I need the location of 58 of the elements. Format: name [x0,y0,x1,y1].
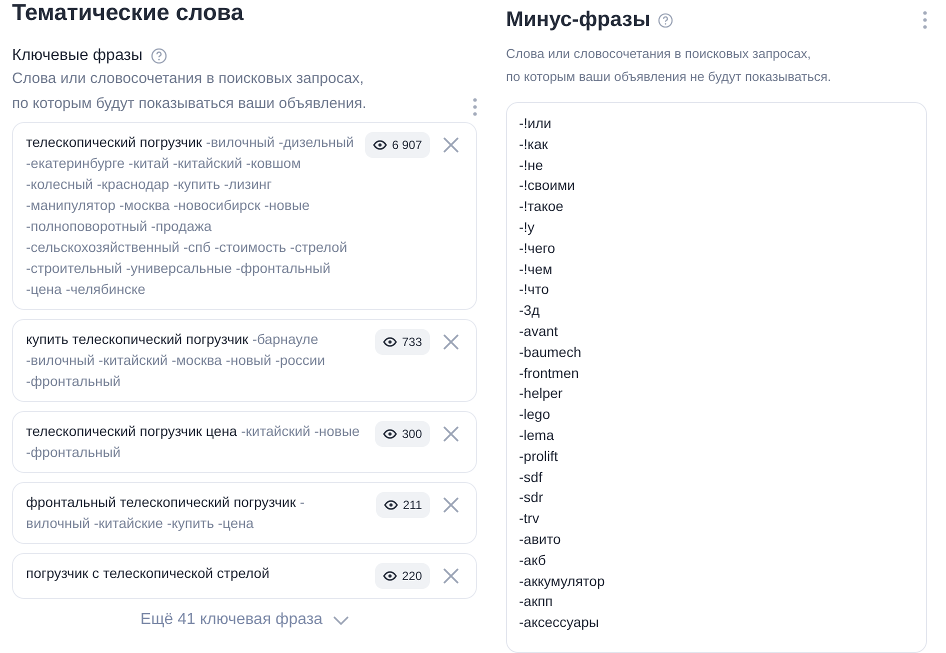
keyword-phrase: фронтальный телескопический погрузчик -вилочный -китайские -купить -цена [26,493,306,533]
keyword-phrase: купить телескопический погрузчик -барнауле -вилочный -китайский -москва -новый -россии -фронтальный [26,330,326,391]
keyword-phrase: телескопический погрузчик цена -китайский -новые -фронтальный [26,422,361,462]
eye-icon [372,140,387,150]
minus-phrase-line: -!не [519,156,544,175]
minus-phrase-line: -baumech [519,342,582,362]
close-button[interactable] [442,567,460,585]
minus-phrase-line: -авито [519,530,561,549]
description-text: по которым будут показываться ваши объявления. [12,94,366,114]
chevron-down-icon [332,616,349,624]
impressions-count: 6 907 [392,136,422,154]
impressions-count: 733 [402,334,422,350]
minus-phrase-line: -!как [519,134,548,154]
minus-phrase-line: -sdf [519,468,542,487]
impressions-count: 220 [402,568,422,584]
keyword-phrase: телескопический погрузчик -вилочный -дизельный -екатеринбурге -китай -китайский -ковшом -колесный -краснодар -купить -лизинг -манипулятор -москва -новосибирск -новые -полноповоротный -продажа -сельскохозяйственный -спб -стоимость -стрелой -строительный -универсальные -фронтальный -цена -челябинске [26,133,355,299]
eye-icon [382,429,397,439]
minus-phrases-field[interactable]: -!или -!как -!не -!своими -!такое -!у -!чего -!чем -!что -3д -avant -baumech -frontmen -helper -lego -lema -prolift -sdf -sdr -trv -авито -акб -аккумулятор -акпп -аксессуары [506,102,927,653]
minus-phrase-line: -avant [519,322,558,341]
minus-phrase-line: -!что [519,280,549,300]
minus-phrase-line: -акб [519,550,546,570]
minus-phrase-line: -frontmen [519,364,579,383]
minus-phrase-line: -!чего [519,238,556,258]
help-icon[interactable] [658,12,674,28]
keyword-phrase: погрузчик с телескопической стрелой [26,564,270,583]
more-options-icon[interactable] [473,98,477,116]
minus-phrase-line: -helper [519,384,563,404]
more-options-icon[interactable] [923,11,927,29]
impressions-count: 300 [402,426,422,442]
minus-phrase-line: -trv [519,509,540,528]
close-button[interactable] [442,136,460,154]
minus-phrase-line: -3д [519,301,540,320]
minus-phrase-line: -!чем [519,260,552,279]
minus-phrase-line: -sdr [519,488,544,508]
minus-phrase-line: -!такое [519,197,564,216]
minus-phrase-line: -prolift [519,446,558,466]
minus-phrase-line: -!или [519,114,552,133]
close-button[interactable] [442,496,460,514]
eye-icon [384,500,398,510]
minus-phrase-line: -lema [519,426,554,445]
eye-icon [382,337,397,347]
keywords-title: Ключевые фразы [12,46,142,66]
help-icon[interactable] [150,48,166,64]
eye-icon [382,571,397,581]
description-text: Слова или словосочетания в поисковых запросах, [506,45,812,63]
section-title: Тематические слова [12,0,245,26]
description-text: Слова или словосочетания в поисковых запросах, [12,69,365,89]
impressions-count: 211 [402,496,422,514]
minus-phrase-line: -!у [519,218,535,237]
close-button[interactable] [442,333,460,351]
minus-phrase-line: -акпп [519,592,553,612]
minus-phrases-title: Минус-фразы [506,7,650,33]
minus-phrase-line: -!своими [519,176,575,196]
minus-phrase-line: -аккумулятор [519,572,605,591]
minus-phrase-line: -lego [519,405,550,424]
description-text: по которым ваши объявления не будут показываться. [506,68,832,86]
minus-phrase-line: -аксессуары [519,613,599,632]
close-button[interactable] [442,425,460,443]
